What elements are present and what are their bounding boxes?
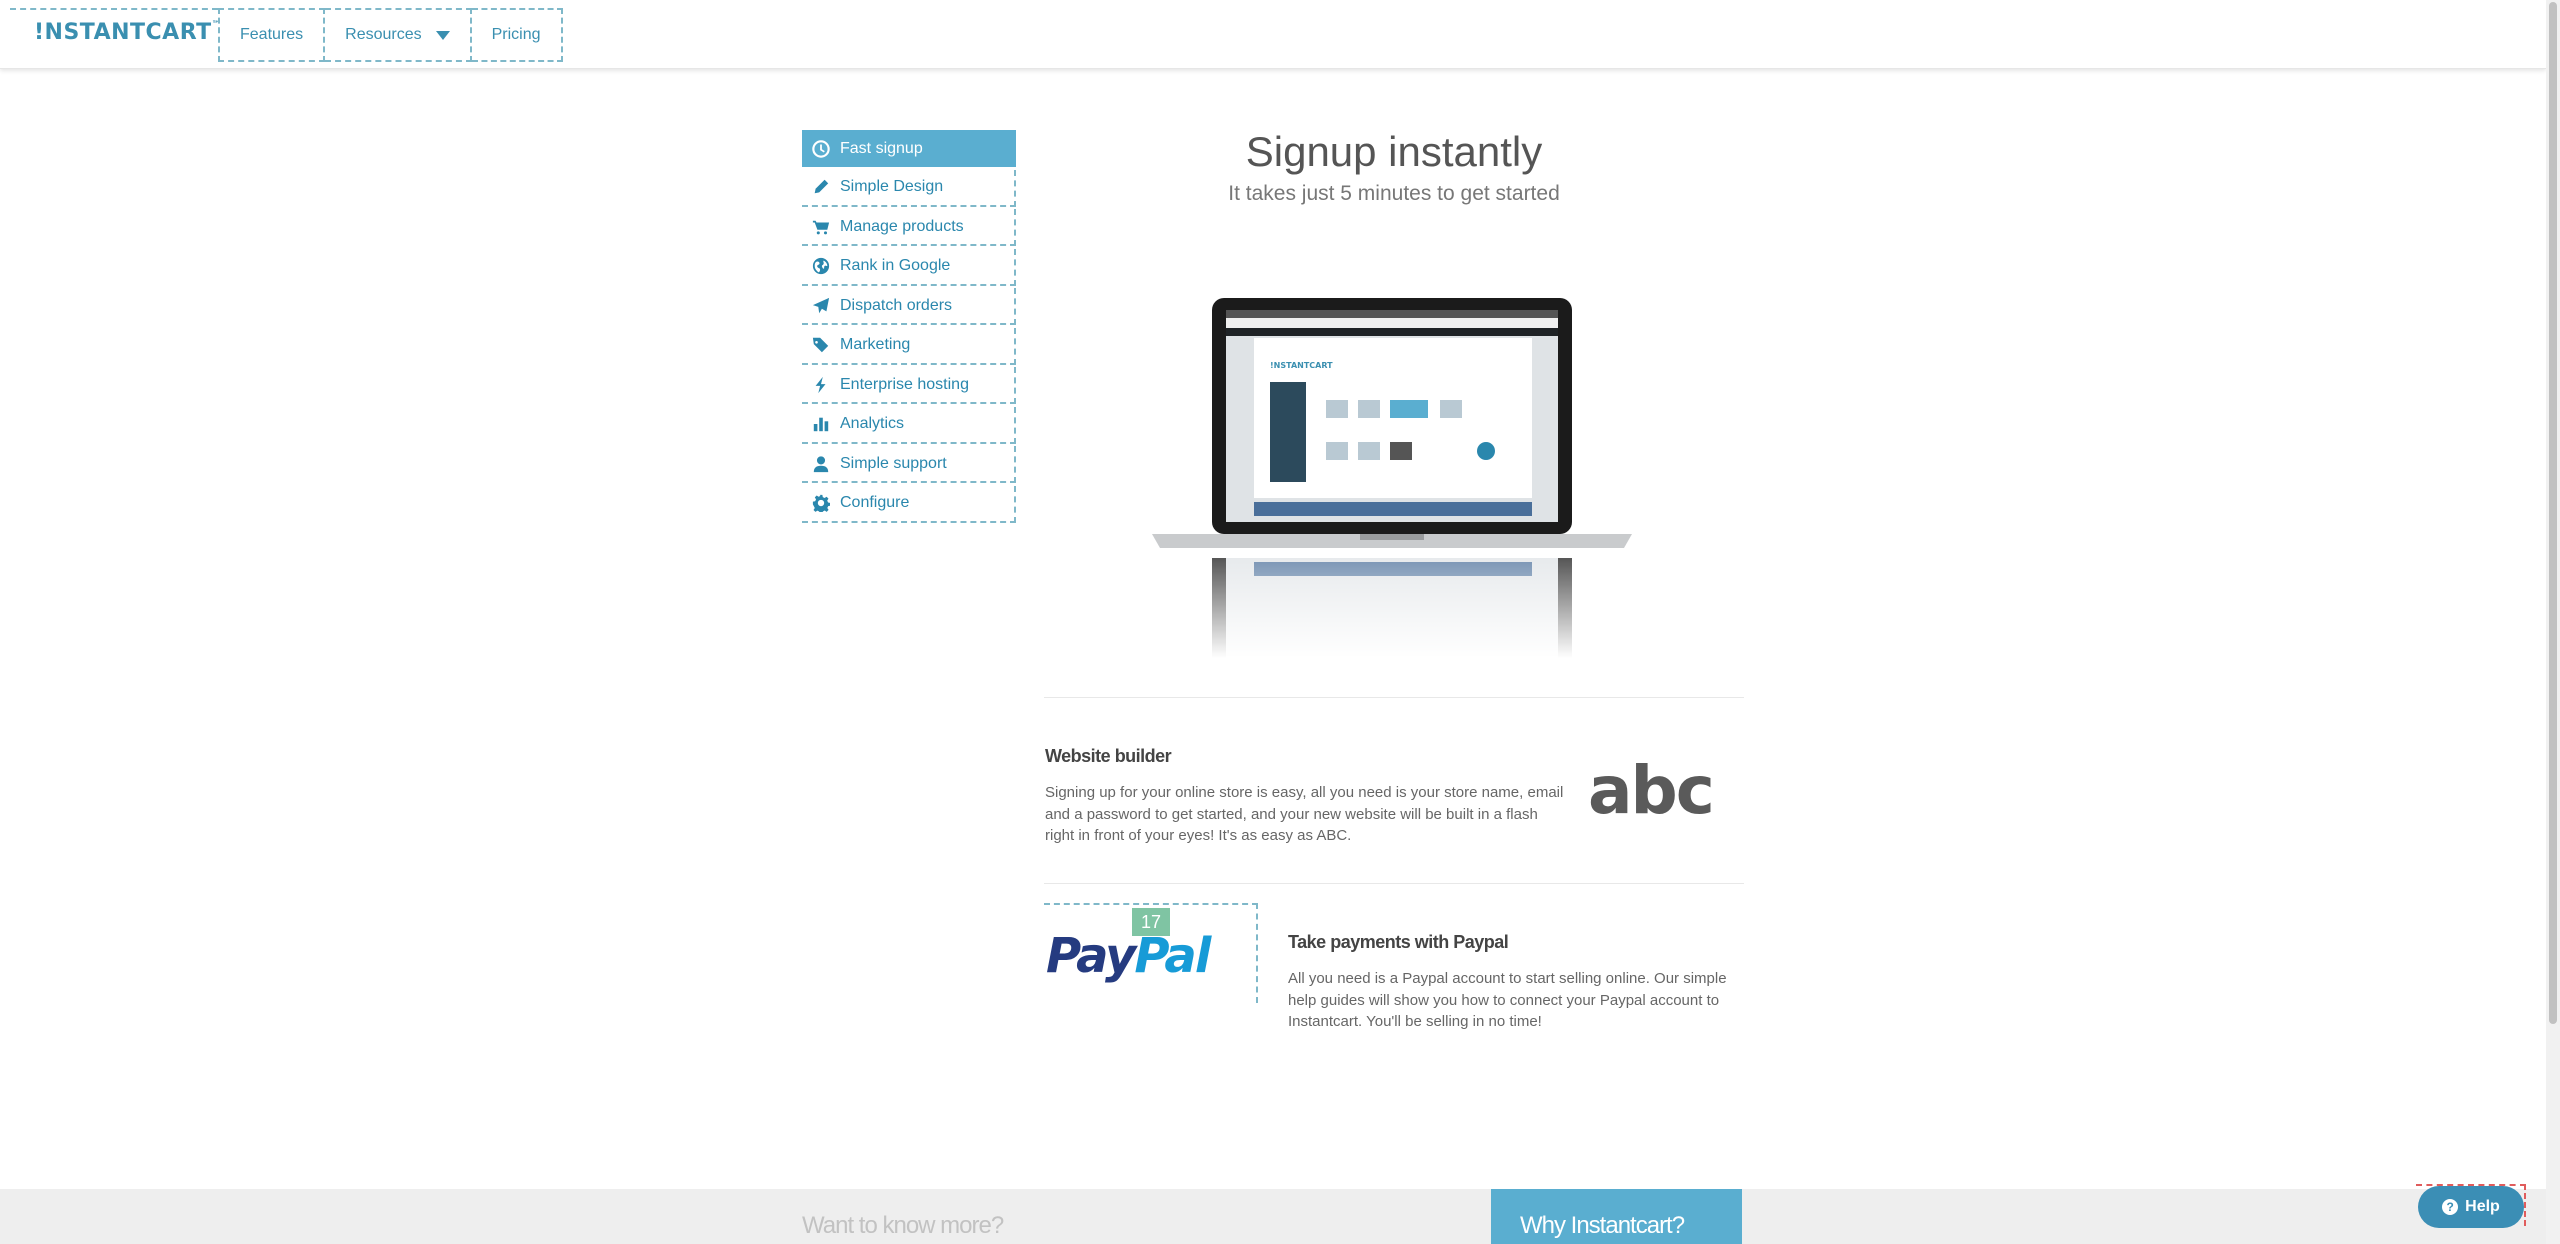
nav-pricing-label: Pricing <box>491 26 541 43</box>
section-divider <box>1044 697 1744 698</box>
nav-resources[interactable]: Resources <box>325 8 472 62</box>
svg-text:!NSTANTCART: !NSTANTCART <box>1270 361 1333 370</box>
menu-item-rank-in-google[interactable]: Rank in Google <box>802 248 1016 286</box>
paper-plane-icon <box>812 297 830 315</box>
want-to-know-more-heading: Want to know more? <box>802 1212 1004 1239</box>
lightning-icon <box>812 376 830 394</box>
menu-item-label: Manage products <box>840 217 964 235</box>
menu-item-label: Enterprise hosting <box>840 375 969 393</box>
paypal-badge: 17 <box>1132 908 1170 936</box>
caret-down-icon <box>435 30 450 40</box>
top-navbar: !NSTANTCART™ Features Resources Pricing <box>0 0 2546 69</box>
footer <box>0 1189 2546 1244</box>
gear-icon <box>812 494 830 512</box>
user-icon <box>812 455 830 473</box>
feature-menu: Fast signup Simple Design Manage product… <box>802 130 1016 525</box>
bar-chart-icon <box>812 415 830 433</box>
nav-features-label: Features <box>240 26 304 43</box>
menu-item-label: Marketing <box>840 336 911 353</box>
menu-item-configure[interactable]: Configure <box>802 485 1016 523</box>
paypal-title: Take payments with Paypal <box>1288 932 1509 952</box>
nav-pricing[interactable]: Pricing <box>471 8 563 62</box>
main-nav: Features Resources Pricing <box>218 8 563 62</box>
question-icon: ? <box>2442 1199 2459 1215</box>
abc-logo: abc <box>1588 752 1715 829</box>
menu-item-simple-design[interactable]: Simple Design <box>802 169 1016 207</box>
clock-icon <box>812 139 830 158</box>
section-divider <box>1044 883 1744 884</box>
menu-item-analytics[interactable]: Analytics <box>802 406 1016 444</box>
menu-item-label: Simple support <box>840 454 947 472</box>
tags-icon <box>812 336 830 354</box>
paypal-logo-pal: Pal <box>1134 928 1211 984</box>
menu-item-label: Dispatch orders <box>840 296 953 314</box>
menu-item-manage-products[interactable]: Manage products <box>802 209 1016 246</box>
help-button[interactable]: ? Help <box>2418 1186 2524 1228</box>
nav-features[interactable]: Features <box>218 8 326 62</box>
pencil-icon <box>812 178 830 196</box>
page-title: Signup instantly <box>1245 128 1543 175</box>
menu-item-simple-support[interactable]: Simple support <box>802 446 1016 483</box>
cart-icon <box>812 218 830 236</box>
scrollbar-thumb[interactable] <box>2549 2 2557 1024</box>
instantcart-logo[interactable]: !NSTANTCART™ <box>34 20 221 45</box>
nav-resources-label: Resources <box>345 26 422 43</box>
menu-item-marketing[interactable]: Marketing <box>802 327 1016 365</box>
paypal-logo: PayPal <box>1046 928 1211 984</box>
menu-item-enterprise-hosting[interactable]: Enterprise hosting <box>802 367 1016 404</box>
why-instantcart-heading: Why Instantcart? <box>1520 1212 1685 1239</box>
globe-icon <box>812 257 830 275</box>
menu-item-label: Analytics <box>840 415 905 432</box>
menu-item-dispatch-orders[interactable]: Dispatch orders <box>802 288 1016 325</box>
help-button-label: Help <box>2465 1198 2500 1215</box>
paypal-logo-pay: Pay <box>1046 928 1136 984</box>
menu-item-label: Simple Design <box>840 178 944 195</box>
menu-item-label: Rank in Google <box>840 257 951 274</box>
page-subtitle: It takes just 5 minutes to get started <box>1228 182 1560 205</box>
website-builder-text: Signing up for your online store is easy… <box>1045 784 1564 844</box>
menu-item-label: Configure <box>840 494 910 511</box>
laptop-screenshot-image: !NSTANTCART <box>1150 298 1634 658</box>
logo-text: !NSTANTCART <box>34 20 212 45</box>
menu-item-label: Fast signup <box>840 139 923 157</box>
paypal-text: All you need is a Paypal account to star… <box>1288 970 1727 1030</box>
menu-item-fast-signup[interactable]: Fast signup <box>802 130 1016 167</box>
website-builder-title: Website builder <box>1045 746 1172 766</box>
